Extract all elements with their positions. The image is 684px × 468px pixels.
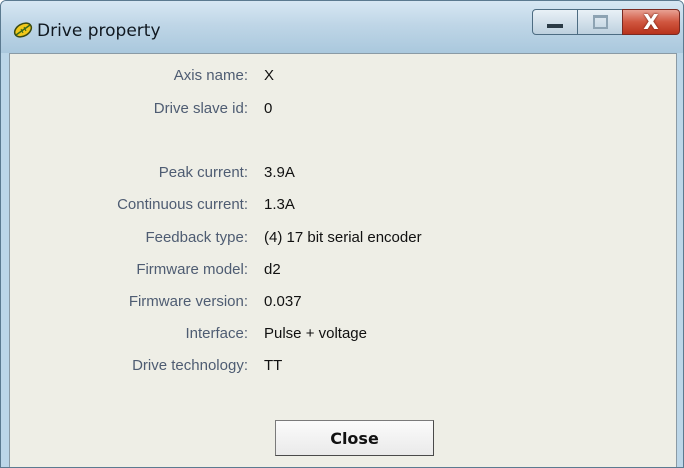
window-title: Drive property <box>37 21 161 41</box>
property-value: d2 <box>264 261 281 278</box>
property-row-drive-technology: Drive technology: TT <box>10 355 670 377</box>
property-label: Axis name: <box>173 67 248 84</box>
property-row-continuous-current: Continuous current: 1.3A <box>10 194 670 216</box>
property-row-firmware-version: Firmware version: 0.037 <box>10 291 670 313</box>
property-row-feedback-type: Feedback type: (4) 17 bit serial encoder <box>10 227 670 249</box>
leaf-app-icon <box>13 22 33 38</box>
property-label: Feedback type: <box>145 229 248 246</box>
property-row-firmware-model: Firmware model: d2 <box>10 259 670 281</box>
title-bar[interactable]: Drive property X <box>1 1 683 53</box>
properties-panel: Axis name: X Drive slave id: 0 Peak curr… <box>9 53 677 467</box>
drive-property-window: Drive property X Axis name: X Drive slav… <box>0 0 684 468</box>
property-value: X <box>264 67 275 84</box>
property-label: Firmware model: <box>136 261 248 278</box>
maximize-button[interactable] <box>577 9 623 35</box>
property-value: 3.9A <box>264 164 295 181</box>
property-value: 0.037 <box>264 293 302 310</box>
close-icon: X <box>643 10 659 34</box>
close-window-button[interactable]: X <box>622 9 680 35</box>
property-value: 1.3A <box>264 196 295 213</box>
property-label: Interface: <box>185 325 248 342</box>
property-value: TT <box>264 357 283 374</box>
window-controls: X <box>532 9 680 35</box>
close-button[interactable]: Close <box>275 420 434 456</box>
maximize-icon <box>592 15 608 29</box>
property-row-interface: Interface: Pulse + voltage <box>10 323 670 345</box>
minimize-icon <box>547 24 563 28</box>
minimize-button[interactable] <box>532 9 578 35</box>
property-label: Drive technology: <box>132 357 248 374</box>
property-label: Peak current: <box>158 164 248 181</box>
property-value: 0 <box>264 100 273 117</box>
property-value: Pulse + voltage <box>264 325 367 342</box>
property-label: Firmware version: <box>128 293 248 310</box>
property-row-drive-slave-id: Drive slave id: 0 <box>10 98 670 120</box>
property-label: Drive slave id: <box>153 100 248 117</box>
property-value: (4) 17 bit serial encoder <box>264 229 422 246</box>
property-row-axis-name: Axis name: X <box>10 65 670 87</box>
property-label: Continuous current: <box>117 196 248 213</box>
property-row-peak-current: Peak current: 3.9A <box>10 162 670 184</box>
